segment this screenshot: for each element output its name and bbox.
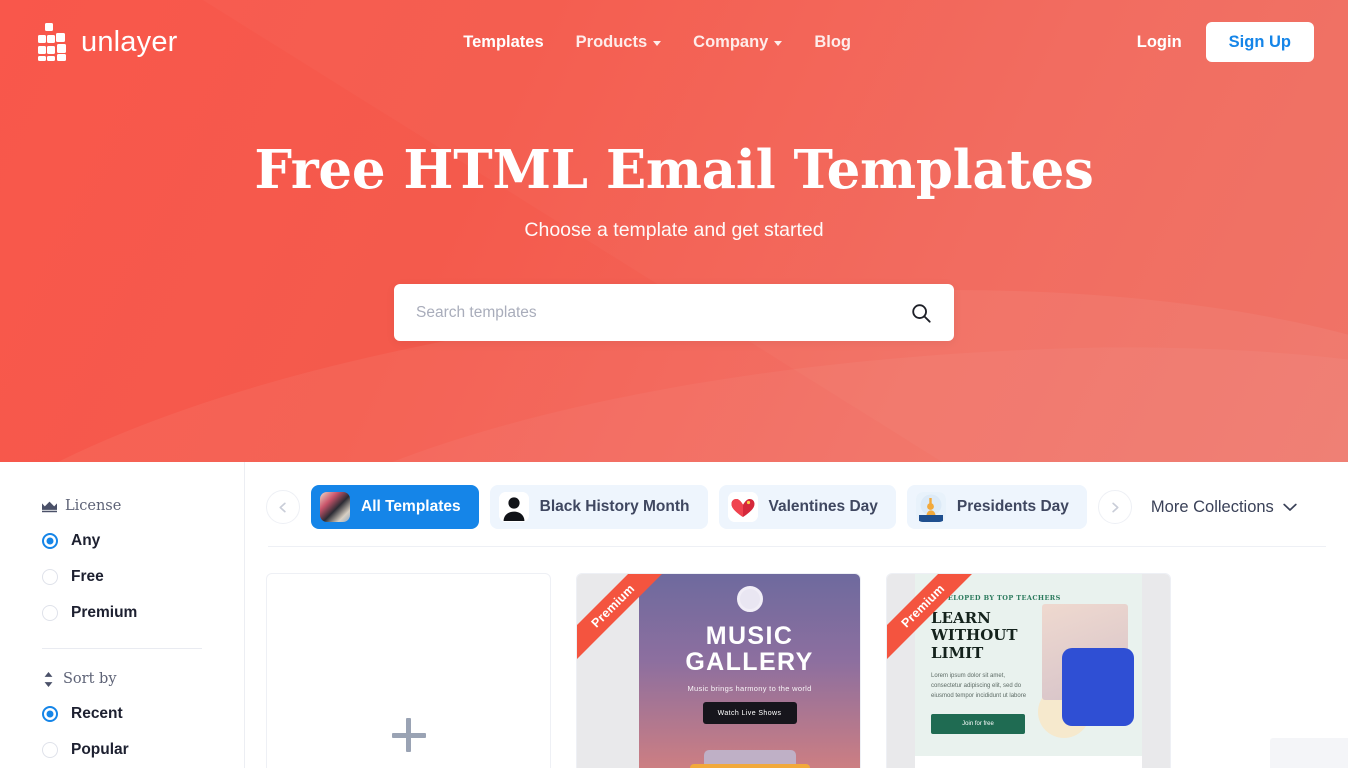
sort-updown-icon	[44, 671, 53, 687]
heart-icon	[727, 492, 758, 522]
more-collections-label: More Collections	[1150, 497, 1274, 516]
gallery-section: License Any Free Premium Sort by Recent …	[0, 462, 1348, 768]
chevron-down-icon	[653, 41, 662, 46]
brand-name: unlayer	[81, 25, 178, 58]
license-option-premium-label: Premium	[71, 604, 138, 621]
sidebar-divider	[42, 648, 202, 649]
radio-popular[interactable]	[42, 742, 58, 758]
hero-content: Free HTML Email Templates Choose a templ…	[0, 139, 1348, 342]
sort-filter-title: Sort by	[63, 671, 117, 687]
chevron-down-icon	[1283, 503, 1297, 511]
search-input[interactable]	[416, 303, 910, 322]
chevron-down-icon	[774, 41, 783, 46]
sort-option-recent-label: Recent	[71, 705, 123, 722]
page-title: Free HTML Email Templates	[254, 139, 1094, 201]
horizontal-scrollbar[interactable]	[1270, 738, 1348, 768]
template-card-blank[interactable]: Create New	[266, 573, 551, 768]
education-body: Lorem ipsum dolor sit amet, consectetur …	[931, 673, 1027, 699]
boombox-icon	[689, 764, 810, 768]
collections-next-button[interactable]	[1097, 490, 1132, 524]
headphones-badge-icon	[736, 586, 763, 612]
collection-chip-black-history-month-label: Black History Month	[539, 498, 690, 515]
plus-icon	[391, 718, 426, 752]
license-option-free-label: Free	[71, 568, 104, 585]
collection-chip-valentines-day[interactable]: Valentines Day	[718, 485, 896, 529]
radio-free[interactable]	[42, 569, 58, 585]
templates-grid: Create New Premium MUSIC GALLERY Music b…	[266, 547, 1328, 768]
music-cta-button: Watch Live Shows	[702, 702, 797, 724]
chevron-left-icon	[278, 502, 286, 512]
template-gallery-page: unlayer Templates Products Company Blog	[0, 0, 1348, 768]
template-card-music-gallery[interactable]: Premium MUSIC GALLERY Music brings harmo…	[576, 573, 861, 768]
template-card-learn-without-limit[interactable]: Premium DEVELOPED BY TOP TEACHERS LEARN …	[886, 573, 1171, 768]
collection-chip-presidents-day-label: Presidents Day	[956, 498, 1069, 515]
license-filter-header: License	[42, 498, 244, 514]
music-title-line1: MUSIC	[705, 622, 794, 650]
hero-wave-overlay-2	[175, 332, 1348, 462]
collection-chip-all-templates-label: All Templates	[361, 498, 461, 515]
collage-thumbnail-icon	[320, 492, 350, 522]
license-option-any[interactable]: Any	[42, 532, 244, 550]
nav-link-company-label: Company	[693, 32, 769, 51]
crown-icon	[42, 501, 57, 512]
templates-main: All Templates Black History Month Valent…	[245, 462, 1348, 768]
education-title: LEARN WITHOUT LIMIT	[931, 609, 1018, 662]
radio-premium[interactable]	[42, 605, 58, 621]
nav-links: Templates Products Company Blog	[178, 33, 1137, 52]
nav-link-products-label: Products	[575, 32, 648, 51]
education-hero-block: DEVELOPED BY TOP TEACHERS LEARN WITHOUT …	[915, 574, 1142, 756]
more-collections-button[interactable]: More Collections	[1151, 498, 1297, 517]
music-gallery-preview: MUSIC GALLERY Music brings harmony to th…	[639, 574, 860, 768]
collection-chip-valentines-day-label: Valentines Day	[768, 498, 878, 515]
license-option-free[interactable]: Free	[42, 568, 244, 586]
signup-button[interactable]: Sign Up	[1205, 21, 1314, 63]
brand-logo[interactable]: unlayer	[38, 23, 178, 61]
sort-filter-header: Sort by	[42, 671, 244, 687]
nav-link-products[interactable]: Products	[576, 33, 662, 52]
license-filter-title: License	[65, 498, 122, 514]
license-option-premium[interactable]: Premium	[42, 604, 244, 622]
login-link[interactable]: Login	[1137, 33, 1182, 52]
education-preview: DEVELOPED BY TOP TEACHERS LEARN WITHOUT …	[915, 574, 1142, 768]
music-title-line2: GALLERY	[685, 648, 814, 676]
page-subtitle: Choose a template and get started	[524, 219, 824, 242]
license-option-any-label: Any	[71, 532, 101, 549]
radio-any[interactable]	[42, 533, 58, 549]
unlayer-squares-logo-icon	[38, 23, 72, 61]
radio-recent[interactable]	[42, 706, 58, 722]
filters-sidebar: License Any Free Premium Sort by Recent …	[0, 462, 245, 768]
nav-link-blog-label: Blog	[814, 32, 852, 51]
hero-section: unlayer Templates Products Company Blog	[0, 0, 1348, 462]
education-cta-button: Join for free	[931, 714, 1025, 734]
music-tagline: Music brings harmony to the world	[687, 684, 812, 693]
collection-chip-black-history-month[interactable]: Black History Month	[489, 485, 708, 529]
search-bar[interactable]	[394, 284, 954, 342]
statue-liberty-icon	[915, 492, 946, 522]
education-photo-2	[1062, 648, 1134, 726]
nav-link-company[interactable]: Company	[693, 32, 783, 52]
sort-option-popular-label: Popular	[71, 741, 129, 758]
person-silhouette-icon	[498, 492, 529, 522]
collections-prev-button[interactable]	[266, 490, 300, 524]
nav-link-templates[interactable]: Templates	[463, 33, 543, 52]
chevron-right-icon	[1112, 502, 1119, 512]
nav-actions: Login Sign Up	[1137, 21, 1314, 63]
top-navigation-bar: unlayer Templates Products Company Blog	[0, 0, 1348, 84]
collection-chip-presidents-day[interactable]: Presidents Day	[906, 485, 1087, 529]
nav-link-blog[interactable]: Blog	[814, 33, 851, 52]
sort-option-popular[interactable]: Popular	[42, 741, 244, 759]
collection-chip-all-templates[interactable]: All Templates	[311, 485, 479, 529]
search-icon[interactable]	[910, 302, 932, 324]
collections-bar: All Templates Black History Month Valent…	[266, 462, 1328, 546]
nav-link-templates-label: Templates	[463, 32, 544, 51]
sort-option-recent[interactable]: Recent	[42, 705, 244, 723]
education-second-block: Learn from the best instructors	[915, 756, 1142, 768]
